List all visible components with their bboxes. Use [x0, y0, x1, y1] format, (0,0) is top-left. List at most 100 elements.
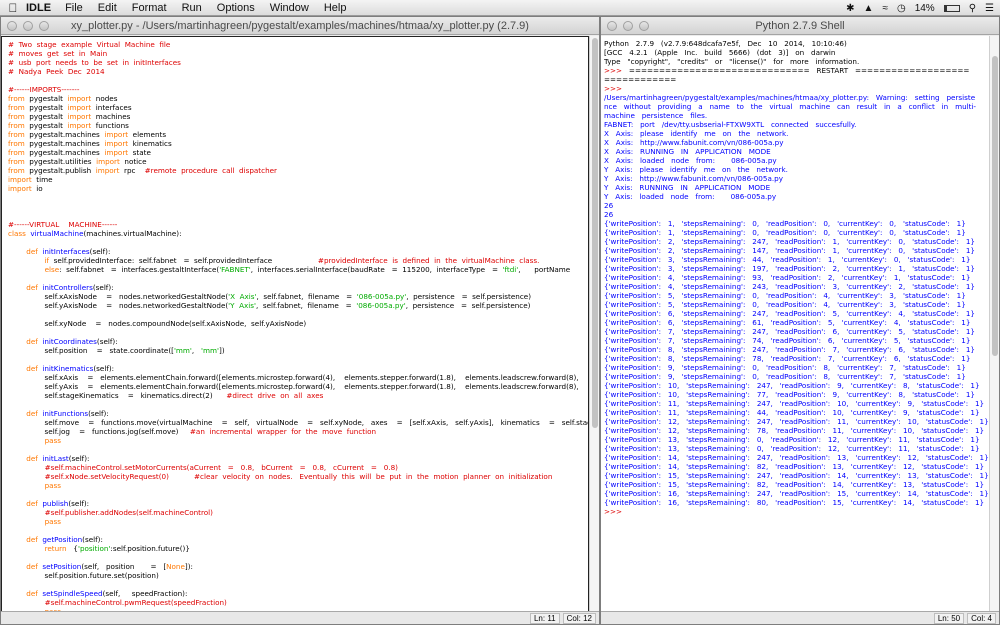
editor-titlebar[interactable]: xy_plotter.py - /Users/martinhagreen/pyg…	[1, 17, 599, 35]
code-token: notice	[119, 157, 147, 166]
code-line: pass	[8, 436, 588, 445]
clock-icon[interactable]: ◷	[897, 3, 906, 14]
code-token: {'writePosition': 7, 'stepsRemaining': 7…	[604, 336, 971, 345]
shell-line: {'writePosition': 7, 'stepsRemaining': 7…	[604, 336, 989, 345]
shell-line: machine persistence files.	[604, 111, 989, 120]
code-token: pygestalt.machines	[24, 139, 105, 148]
code-token: self.jog = functions.jog(self.move)	[8, 427, 186, 436]
code-token: self.position = state.coordinate([	[8, 346, 174, 355]
menu-help[interactable]: Help	[324, 2, 347, 14]
code-token: FABNET: port /dev/tty.usbserial-FTXW9XTL…	[604, 120, 857, 129]
shell-output[interactable]: Python 2.7.9 (v2.7.9:648dcafa7e5f, Dec 1…	[601, 36, 989, 612]
notification-center-icon[interactable]: ☰	[985, 3, 994, 14]
code-token: initKinematics	[42, 364, 94, 373]
apple-menu-icon[interactable]: 	[0, 1, 26, 15]
code-token: from	[8, 103, 25, 112]
code-line: self.position.future.set(position)	[8, 571, 588, 580]
code-token: from	[8, 148, 25, 157]
code-token: functions	[91, 121, 129, 130]
code-token: (self):	[82, 535, 103, 544]
code-token: {'writePosition': 1, 'stepsRemaining': 0…	[604, 219, 966, 228]
code-token: from	[8, 112, 25, 121]
code-token: pygestalt	[24, 94, 68, 103]
code-line: def getPosition(self):	[8, 535, 588, 544]
shell-statusbar: Ln: 50 Col: 4	[601, 611, 999, 624]
code-token: self.move = functions.move(virtualMachin…	[8, 418, 589, 427]
code-token: {'writePosition': 7, 'stepsRemaining': 2…	[604, 327, 975, 336]
battery-percentage[interactable]: 14%	[915, 3, 935, 14]
code-token: #self.machineControl.setMotorCurrents(aC…	[44, 463, 398, 472]
code-token: def	[26, 247, 38, 256]
code-line: # Nadya Peek Dec 2014	[8, 67, 588, 76]
editor-line-number: Ln: 11	[529, 613, 560, 624]
app-menu[interactable]: IDLE	[26, 2, 51, 14]
shell-line-number: Ln: 50	[933, 613, 965, 624]
battery-icon[interactable]	[943, 4, 960, 12]
shell-line: X Axis: please identify me on the networ…	[604, 129, 989, 138]
code-token: 'ftdi'	[502, 265, 519, 274]
editor-scroll-thumb[interactable]	[592, 38, 598, 428]
code-token: {'writePosition': 12, 'stepsRemaining': …	[604, 426, 985, 435]
code-token: return	[44, 544, 67, 553]
code-token: # Two stage example Virtual Machine file	[8, 40, 171, 49]
shell-scroll-thumb[interactable]	[992, 56, 998, 356]
menu-edit[interactable]: Edit	[98, 2, 117, 14]
code-token: self.position.future.set(position)	[8, 571, 159, 580]
shell-titlebar[interactable]: Python 2.7.9 Shell	[601, 17, 999, 35]
code-token: {'writePosition': 12, 'stepsRemaining': …	[604, 417, 989, 426]
code-token: time	[31, 175, 53, 184]
code-token: {'writePosition': 10, 'stepsRemaining': …	[604, 390, 975, 399]
code-token: , self.fabnet, filename =	[256, 292, 357, 301]
code-token: machine persistence files.	[604, 111, 708, 120]
shell-line: {'writePosition': 3, 'stepsRemaining': 1…	[604, 264, 989, 273]
menu-window[interactable]: Window	[270, 2, 309, 14]
wifi-icon[interactable]: ≈	[882, 3, 888, 14]
shell-window: Python 2.7.9 Shell Python 2.7.9 (v2.7.9:…	[600, 16, 1000, 625]
shell-line: {'writePosition': 13, 'stepsRemaining': …	[604, 435, 989, 444]
shell-title: Python 2.7.9 Shell	[755, 20, 845, 32]
code-line: pass	[8, 481, 588, 490]
menu-format[interactable]: Format	[132, 2, 167, 14]
shell-line: Y Axis: http://www.fabunit.com/vn/086-00…	[604, 174, 989, 183]
menu-file[interactable]: File	[65, 2, 83, 14]
status-area: ✱ ▲ ≈ ◷ 14% ⚲ ☰	[846, 0, 994, 16]
code-token: pygestalt.machines	[24, 130, 105, 139]
shell-line: {'writePosition': 11, 'stepsRemaining': …	[604, 408, 989, 417]
code-editor[interactable]: # Two stage example Virtual Machine file…	[1, 36, 589, 612]
bluetooth-icon[interactable]: ✱	[846, 3, 854, 14]
code-token: >>>	[604, 66, 629, 75]
code-token: pygestalt	[24, 112, 68, 121]
shell-scrollbar[interactable]	[989, 36, 999, 612]
shell-line: nce without providing a name to the virt…	[604, 102, 989, 111]
code-line: def setPosition(self, position = [None])…	[8, 562, 588, 571]
code-token: ])	[219, 346, 225, 355]
volume-icon[interactable]: ▲	[864, 3, 874, 14]
code-token: from	[8, 94, 25, 103]
code-line: def setSpindleSpeed(self, speedFraction)…	[8, 589, 588, 598]
code-token: '086-005a.py'	[356, 301, 406, 310]
code-token: def	[26, 364, 38, 373]
code-line: pass	[8, 517, 588, 526]
code-token: nce without providing a name to the virt…	[604, 102, 977, 111]
code-line: def initInterfaces(self):	[8, 247, 588, 256]
code-token: pygestalt.publish	[24, 166, 96, 175]
menu-run[interactable]: Run	[182, 2, 202, 14]
editor-scrollbar[interactable]	[589, 36, 599, 612]
shell-line: {'writePosition': 2, 'stepsRemaining': 1…	[604, 246, 989, 255]
code-line: from pygestalt.machines import elements	[8, 130, 588, 139]
code-line: #self.machineControl.setMotorCurrents(aC…	[8, 463, 588, 472]
shell-line: Y Axis: loaded node from: 086-005a.py	[604, 192, 989, 201]
code-token: # Nadya Peek Dec 2014	[8, 67, 105, 76]
menu-options[interactable]: Options	[217, 2, 255, 14]
code-line: from pygestalt.utilities import notice	[8, 157, 588, 166]
search-icon[interactable]: ⚲	[969, 3, 976, 14]
shell-line: {'writePosition': 1, 'stepsRemaining': 0…	[604, 219, 989, 228]
shell-line: Type "copyright", "credits" or "license(…	[604, 57, 989, 66]
